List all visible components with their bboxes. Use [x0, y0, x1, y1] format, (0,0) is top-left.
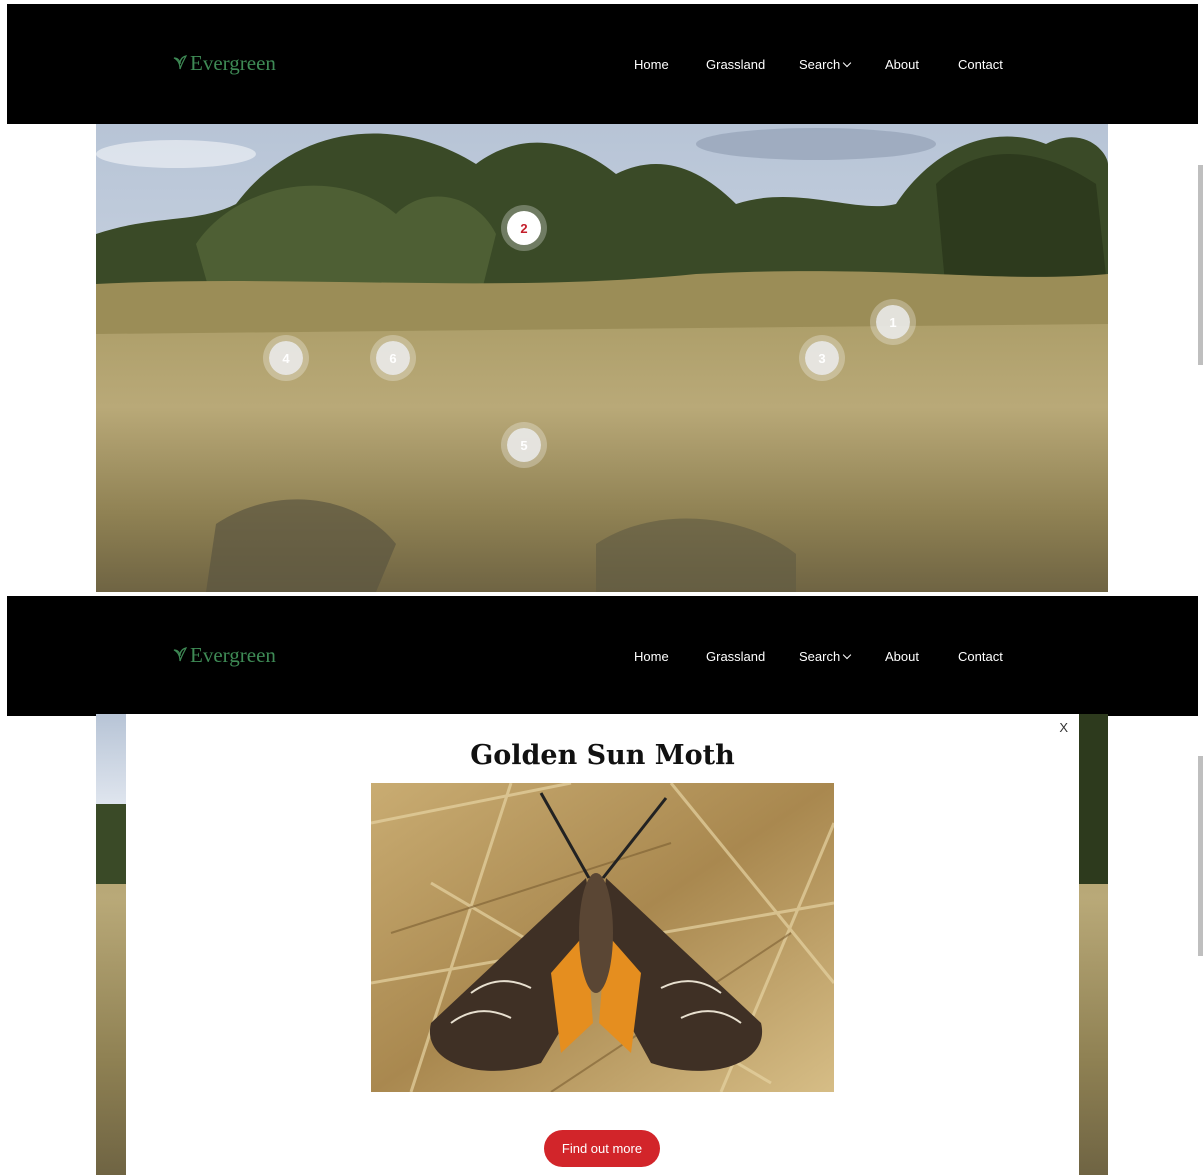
nav-contact[interactable]: Contact — [958, 649, 1003, 664]
leaf-icon — [172, 643, 188, 668]
scrollbar[interactable] — [1198, 756, 1203, 956]
hotspot-2[interactable]: 2 — [507, 211, 541, 245]
nav-search[interactable]: Search — [799, 649, 852, 664]
grassland-hero-image: 1 2 3 4 5 6 — [96, 124, 1108, 592]
navbar: Evergreen Home Grassland Search About Co… — [7, 4, 1198, 124]
chevron-down-icon — [842, 650, 852, 660]
hotspot-5[interactable]: 5 — [507, 428, 541, 462]
hotspot-1[interactable]: 1 — [876, 305, 910, 339]
nav-grassland[interactable]: Grassland — [706, 57, 765, 72]
logo-text: Evergreen — [190, 643, 276, 667]
hotspot-4[interactable]: 4 — [269, 341, 303, 375]
moth-image — [371, 783, 834, 1092]
nav-home[interactable]: Home — [634, 649, 669, 664]
nav-about[interactable]: About — [885, 57, 919, 72]
leaf-icon — [172, 51, 188, 76]
species-modal: X Golden Sun Moth Find out more — [126, 714, 1079, 1175]
grassland-scene — [96, 124, 1108, 592]
nav-contact[interactable]: Contact — [958, 57, 1003, 72]
logo[interactable]: Evergreen — [172, 51, 276, 76]
close-button[interactable]: X — [1059, 720, 1068, 735]
nav-grassland[interactable]: Grassland — [706, 649, 765, 664]
screenshot-top-panel: Evergreen Home Grassland Search About Co… — [0, 0, 1203, 596]
navbar: Evergreen Home Grassland Search About Co… — [7, 596, 1198, 716]
logo-text: Evergreen — [190, 51, 276, 75]
chevron-down-icon — [842, 58, 852, 68]
nav-search-label: Search — [799, 649, 841, 664]
nav-search[interactable]: Search — [799, 57, 852, 72]
scrollbar[interactable] — [1198, 165, 1203, 365]
screenshot-bottom-panel: Evergreen Home Grassland Search About Co… — [0, 596, 1203, 1175]
nav-search-label: Search — [799, 57, 841, 72]
find-out-more-button[interactable]: Find out more — [544, 1130, 660, 1167]
logo[interactable]: Evergreen — [172, 643, 276, 668]
nav-home[interactable]: Home — [634, 57, 669, 72]
nav-about[interactable]: About — [885, 649, 919, 664]
golden-sun-moth-photo — [371, 783, 834, 1092]
modal-title: Golden Sun Moth — [470, 740, 735, 771]
hotspot-6[interactable]: 6 — [376, 341, 410, 375]
hotspot-3[interactable]: 3 — [805, 341, 839, 375]
